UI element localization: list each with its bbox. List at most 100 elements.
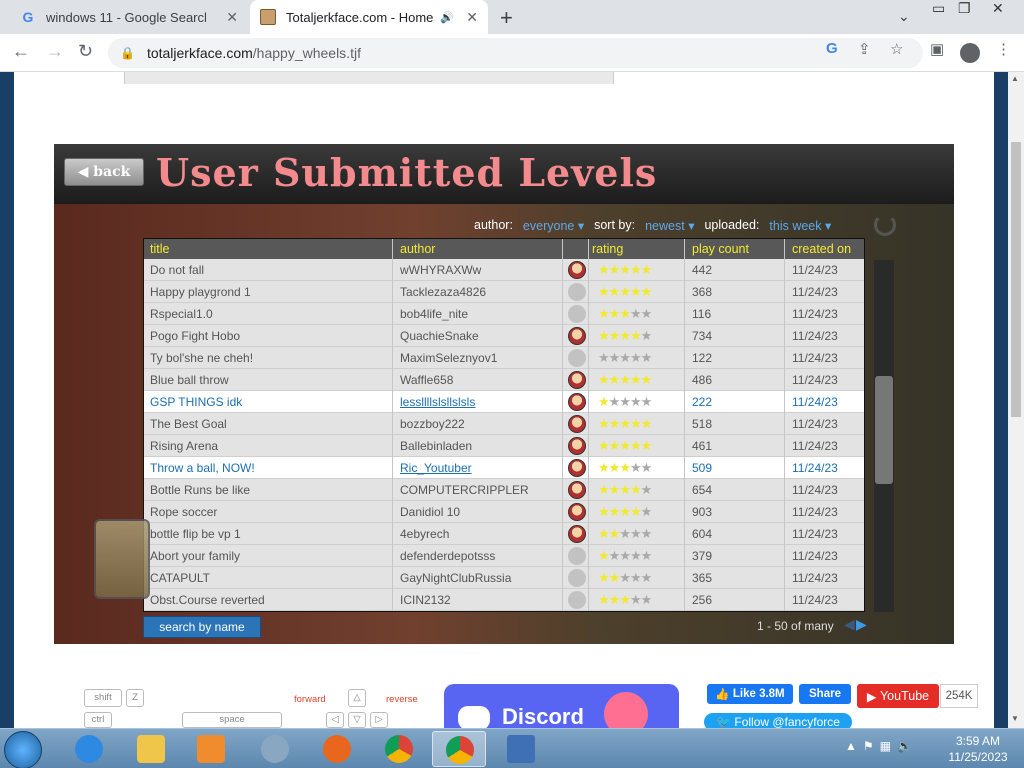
- volume-icon[interactable]: 🔈: [897, 739, 912, 753]
- table-row[interactable]: CATAPULT GayNightClubRussia ★★★★★ 365 11/24/…: [144, 567, 864, 589]
- taskbar-chrome[interactable]: [372, 731, 426, 767]
- search-by-name-button[interactable]: search by name: [143, 616, 261, 638]
- page-scrollbar[interactable]: ▲ ▼: [1008, 72, 1024, 728]
- discord-banner[interactable]: Discord: [444, 684, 679, 728]
- bookmark-star-icon[interactable]: ☆: [890, 40, 903, 58]
- row-author: lessllllslsllslsls: [400, 395, 476, 409]
- speaker-icon[interactable]: 🔊: [440, 11, 454, 24]
- levels-scrollbar[interactable]: [874, 260, 894, 612]
- row-created-on: 11/24/23: [792, 351, 838, 365]
- back-button[interactable]: ◀ back: [64, 158, 144, 186]
- twitter-bird-icon: 🐦: [716, 715, 735, 728]
- reload-icon[interactable]: ↻: [78, 41, 93, 62]
- forward-arrow-icon[interactable]: →: [46, 41, 64, 62]
- table-row[interactable]: Pogo Fight Hobo QuachieSnake ★★★★★ 734 11/24…: [144, 325, 864, 347]
- close-window-button[interactable]: ✕: [992, 0, 1004, 17]
- close-icon[interactable]: ✕: [466, 9, 478, 26]
- taskbar-explorer[interactable]: [124, 731, 178, 767]
- clock[interactable]: 3:59 AM 11/25/2023: [940, 733, 1016, 765]
- tab-totaljerkface[interactable]: Totaljerkface.com - Home Of 🔊 ✕: [250, 0, 488, 34]
- table-row[interactable]: Do not fall wWHYRAXWw ★★★★★ 442 11/24/23: [144, 259, 864, 281]
- table-row[interactable]: bottle flip be vp 1 4ebyrech ★★★★★ 604 11/24…: [144, 523, 864, 545]
- table-row[interactable]: Throw a ball, NOW! Ric_Youtuber ★★★★★ 509 11…: [144, 457, 864, 479]
- row-author: 4ebyrech: [400, 527, 450, 541]
- row-created-on: 11/24/23: [792, 373, 838, 387]
- refresh-icon[interactable]: [874, 214, 896, 236]
- scroll-down-icon[interactable]: ▼: [1011, 714, 1019, 723]
- close-icon[interactable]: ✕: [226, 9, 238, 26]
- discord-label: Discord: [502, 704, 584, 728]
- col-rating[interactable]: rating: [592, 242, 623, 256]
- network-icon[interactable]: ▦: [880, 739, 891, 753]
- table-row[interactable]: GSP THINGS idk lessllllslsllslsls ★★★★★ 222…: [144, 391, 864, 413]
- table-row[interactable]: Abort your family defenderdepotsss ★★★★★ 37…: [144, 545, 864, 567]
- table-row[interactable]: Obst.Course reverted ICIN2132 ★★★★★ 256 11/2…: [144, 589, 864, 611]
- col-title[interactable]: title: [150, 242, 169, 256]
- star-icon: ★: [608, 460, 621, 475]
- table-row[interactable]: Ty bol'she ne cheh! MaximSeleznyov1 ★★★★★ 1…: [144, 347, 864, 369]
- row-play-count: 903: [692, 505, 713, 519]
- star-icon: ★: [619, 504, 631, 519]
- taskbar-chrome-old[interactable]: [248, 731, 302, 767]
- col-author[interactable]: author: [400, 242, 435, 256]
- row-title: bottle flip be vp 1: [150, 527, 241, 541]
- side-panel-icon[interactable]: ▣: [930, 40, 944, 58]
- table-row[interactable]: Bottle Runs be like COMPUTERCRIPPLER ★★★★★…: [144, 479, 864, 501]
- sort-filter-dropdown[interactable]: newest ▾: [645, 218, 694, 233]
- character-avatar-icon: [568, 415, 586, 433]
- col-play-count[interactable]: play count: [692, 242, 749, 256]
- chevron-down-icon[interactable]: ⌄: [898, 8, 910, 25]
- new-tab-button[interactable]: +: [500, 5, 513, 31]
- youtube-button[interactable]: ▶ YouTube: [857, 684, 939, 708]
- profile-avatar[interactable]: [960, 43, 980, 63]
- row-play-count: 654: [692, 483, 713, 497]
- uploaded-filter-dropdown[interactable]: this week ▾: [769, 218, 831, 233]
- star-icon: ★: [608, 504, 621, 519]
- column-divider: [784, 239, 785, 611]
- menu-icon[interactable]: ⋮: [996, 40, 1011, 58]
- back-arrow-icon[interactable]: ←: [12, 41, 30, 62]
- star-icon: ★: [608, 350, 621, 365]
- table-row[interactable]: Happy playgrond 1 Tacklezaza4826 ★★★★★ 368 1…: [144, 281, 864, 303]
- row-play-count: 122: [692, 351, 713, 365]
- row-author: QuachieSnake: [400, 329, 479, 343]
- restore-button[interactable]: ❐: [958, 0, 971, 17]
- taskbar-media[interactable]: [184, 731, 238, 767]
- table-row[interactable]: Rspecial1.0 bob4life_nite ★★★★★ 116 11/24/23: [144, 303, 864, 325]
- row-created-on: 11/24/23: [792, 307, 838, 321]
- page-scroll-thumb[interactable]: [1011, 142, 1021, 417]
- action-center-icon[interactable]: ⚑: [863, 739, 874, 753]
- twitter-follow-button[interactable]: 🐦 Follow @fancyforce: [704, 713, 852, 728]
- site-face-icon: [260, 9, 276, 25]
- start-button[interactable]: [4, 731, 42, 768]
- prev-page-icon[interactable]: ◀: [844, 616, 855, 633]
- table-row[interactable]: Blue ball throw Waffle658 ★★★★★ 486 11/24/23: [144, 369, 864, 391]
- levels-scroll-thumb[interactable]: [875, 376, 893, 484]
- taskbar-ie[interactable]: [62, 731, 116, 767]
- minimize-button[interactable]: ▭: [932, 0, 945, 17]
- table-row[interactable]: Rope soccer Danidiol 10 ★★★★★ 903 11/24/23: [144, 501, 864, 523]
- google-lens-icon[interactable]: G: [826, 40, 838, 57]
- tab-google-search[interactable]: G windows 11 - Google Search ✕: [8, 0, 248, 34]
- game-canvas[interactable]: ◀ back User Submitted Levels author: eve…: [54, 144, 954, 644]
- taskbar-chrome-active[interactable]: [432, 731, 486, 767]
- scroll-up-icon[interactable]: ▲: [1011, 74, 1019, 83]
- table-row[interactable]: Rising Arena Ballebinladen ★★★★★ 461 11/24/2…: [144, 435, 864, 457]
- discord-icon: [458, 706, 490, 728]
- thumbs-up-icon: 👍: [715, 689, 733, 701]
- author-filter-dropdown[interactable]: everyone ▾: [523, 218, 584, 233]
- share-icon[interactable]: ⇪: [858, 40, 871, 58]
- tab-strip: G windows 11 - Google Search ✕ Totaljerk…: [0, 0, 1024, 34]
- address-bar[interactable]: 🔒 totaljerkface.com/happy_wheels.tjf: [108, 38, 923, 68]
- facebook-share-button[interactable]: Share: [799, 684, 851, 704]
- next-page-icon[interactable]: ▶: [856, 616, 867, 633]
- rating-stars: ★★★★★: [598, 262, 652, 278]
- blank-avatar-icon: [568, 349, 586, 367]
- chevron-up-icon[interactable]: ▲: [845, 739, 857, 753]
- row-title: Bottle Runs be like: [150, 483, 251, 497]
- facebook-like-button[interactable]: 👍 Like 3.8M: [707, 684, 793, 704]
- taskbar-onscreen-keyboard[interactable]: [494, 731, 548, 767]
- col-created-on[interactable]: created on: [792, 242, 851, 256]
- table-row[interactable]: The Best Goal bozzboy222 ★★★★★ 518 11/24/23: [144, 413, 864, 435]
- taskbar-firefox[interactable]: [310, 731, 364, 767]
